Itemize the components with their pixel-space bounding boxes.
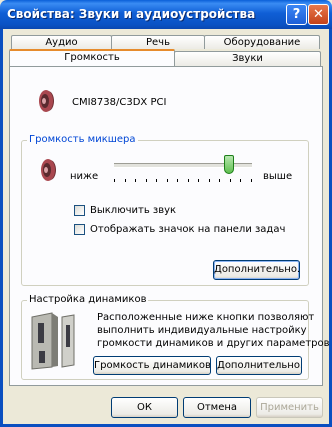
slider-tick [188,179,189,182]
slider-tick [156,179,157,182]
help-button[interactable]: ? [286,4,307,25]
mixer-advanced-button[interactable]: Дополнительно... [213,260,300,280]
tab-sounds[interactable]: Звуки [174,51,321,66]
slider-tick [167,179,168,182]
slider-tick [125,179,126,182]
speaker-icon [39,90,54,112]
speakers-icon [31,312,75,370]
volume-high-label: выше [263,171,293,182]
speakers-description-line2: выполнить индивидуальные настройку [97,325,307,336]
slider-tick [240,179,241,182]
tab-panel: CMI8738/C3DX PCI Громкость микшера ниже … [9,66,330,386]
speaker-volume-button[interactable]: Громкость динамиков... [93,356,211,375]
volume-slider[interactable] [114,155,252,187]
mute-checkbox[interactable] [74,205,85,216]
speakers-description-line1: Расположенные ниже кнопки позволяют [97,312,315,323]
speakers-group-label: Настройка динамиков [27,294,149,305]
tab-speech[interactable]: Речь [111,35,205,49]
title-bar[interactable]: Свойства: Звуки и аудиоустройства ? ✕ [0,0,332,29]
speakers-description-line3: громкости динамиков и других параметров [97,338,330,349]
slider-tick [219,179,220,182]
close-button[interactable]: ✕ [308,4,329,25]
tray-icon-label[interactable]: Отображать значок на панели задач [90,224,285,235]
tab-hardware[interactable]: Оборудование [204,35,320,49]
slider-tick [251,179,252,182]
slider-tick [135,179,136,182]
speakers-advanced-button[interactable]: Дополнительно... [216,356,302,375]
mute-label[interactable]: Выключить звук [90,205,176,216]
apply-button[interactable]: Применить [256,397,323,418]
slider-tick [209,179,210,182]
tab-volume[interactable]: Громкость [9,49,175,66]
slider-tick [230,179,231,182]
slider-thumb[interactable] [224,155,234,174]
mixer-group-label: Громкость микшера [27,134,138,145]
slider-tick [198,179,199,182]
device-name: CMI8738/C3DX PCI [72,97,167,108]
window-title: Свойства: Звуки и аудиоустройства [7,7,256,21]
ok-button[interactable]: ОК [111,397,178,418]
volume-low-label: ниже [70,171,99,182]
tray-icon-checkbox[interactable] [74,224,85,235]
tab-audio[interactable]: Аудио [11,35,112,49]
cancel-button[interactable]: Отмена [183,397,251,418]
slider-tick [114,179,115,182]
slider-tick [146,179,147,182]
slider-tick [177,179,178,182]
volume-speaker-icon [41,159,56,181]
